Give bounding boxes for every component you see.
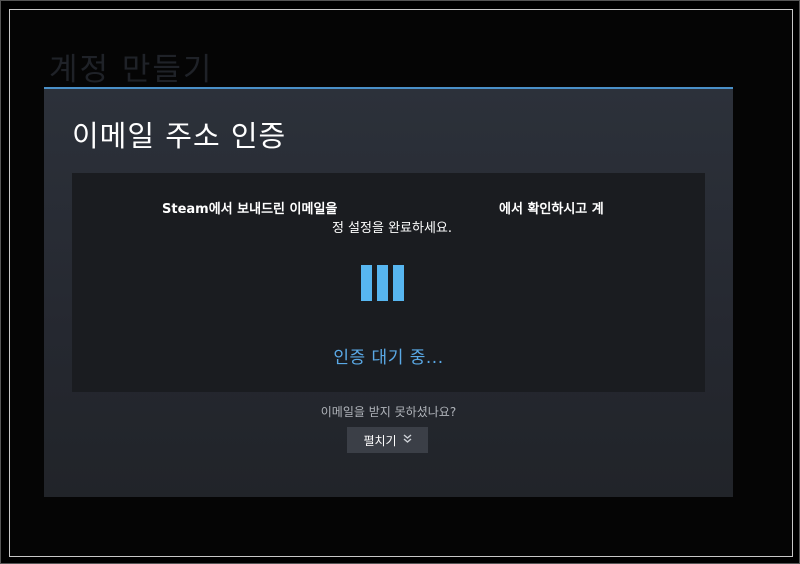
throbber-bar: [361, 265, 372, 301]
verification-message: Steam에서 보내드린 이메일을 에서 확인하시고 계 정 설정을 완료하세요…: [162, 200, 622, 238]
message-part-1: Steam에서 보내드린 이메일을: [162, 202, 338, 217]
dialog-title: 이메일 주소 인증: [72, 119, 287, 153]
background-page-title: 계정 만들기: [49, 52, 214, 88]
expand-button-label: 펼치기: [363, 433, 397, 448]
no-email-prompt: 이메일을 받지 못하셨나요?: [320, 405, 457, 419]
throbber-bar: [377, 265, 388, 301]
throbber-bar: [393, 265, 404, 301]
message-part-2: 에서 확인하시고 계: [499, 202, 604, 217]
chevron-double-down-icon: [403, 434, 412, 446]
verification-panel: Steam에서 보내드린 이메일을 에서 확인하시고 계 정 설정을 완료하세요…: [72, 173, 705, 392]
email-verification-dialog: 이메일 주소 인증 Steam에서 보내드린 이메일을 에서 확인하시고 계 정…: [44, 87, 733, 497]
expand-button[interactable]: 펼치기: [347, 427, 428, 453]
verification-status: 인증 대기 중...: [333, 348, 444, 368]
message-line-2: 정 설정을 완료하세요.: [331, 221, 453, 236]
loading-throbber-icon: [361, 265, 405, 301]
